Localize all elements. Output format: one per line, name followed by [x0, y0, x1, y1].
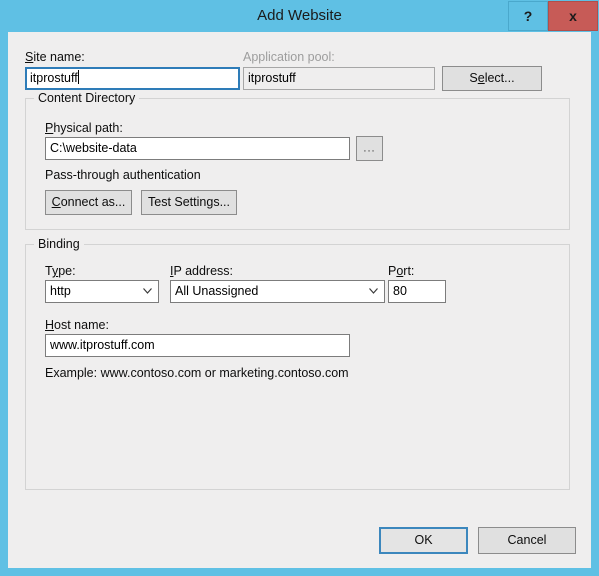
- ok-button[interactable]: OK: [379, 527, 468, 554]
- host-name-example-text: Example: www.contoso.com or marketing.co…: [45, 366, 349, 380]
- host-name-input[interactable]: www.itprostuff.com: [45, 334, 350, 357]
- connect-as-button[interactable]: Connect as...: [45, 190, 132, 215]
- physical-path-input[interactable]: C:\website-data: [45, 137, 350, 160]
- help-button[interactable]: ?: [508, 1, 548, 31]
- application-pool-input[interactable]: itprostuff: [243, 67, 435, 90]
- port-label: Port:: [388, 264, 415, 278]
- port-input[interactable]: 80: [388, 280, 446, 303]
- chevron-down-icon: [143, 288, 152, 294]
- cancel-button[interactable]: Cancel: [478, 527, 576, 554]
- ip-address-label: IP address:: [170, 264, 234, 278]
- select-button[interactable]: Select...: [442, 66, 542, 91]
- pass-through-authentication-text: Pass-through authentication: [45, 168, 201, 182]
- site-name-input[interactable]: itprostuff: [25, 67, 240, 90]
- ellipsis-icon: ...: [363, 142, 376, 154]
- physical-path-label: Physical path:: [45, 121, 123, 135]
- test-settings-button[interactable]: Test Settings...: [141, 190, 237, 215]
- type-select-value: http: [50, 284, 71, 298]
- application-pool-label: Application pool:: [243, 50, 335, 64]
- site-name-label: Site name:: [25, 50, 85, 64]
- chevron-down-icon: [369, 288, 378, 294]
- text-caret: [77, 70, 79, 84]
- close-icon[interactable]: x: [548, 1, 598, 31]
- title-bar: Add Website ? x: [0, 0, 599, 32]
- content-directory-group-label: Content Directory: [34, 91, 140, 105]
- type-label: Type:: [45, 264, 76, 278]
- browse-button[interactable]: ...: [356, 136, 383, 161]
- ip-address-select[interactable]: All Unassigned: [170, 280, 385, 303]
- dialog-footer: OK Cancel: [8, 510, 591, 568]
- binding-group-label: Binding: [34, 237, 84, 251]
- type-select[interactable]: http: [45, 280, 159, 303]
- ip-address-select-value: All Unassigned: [175, 284, 259, 298]
- add-website-dialog: Add Website ? x Site name: itprostuff Ap…: [0, 0, 599, 576]
- dialog-body: Site name: itprostuff Application pool: …: [8, 32, 591, 535]
- host-name-label: Host name:: [45, 318, 109, 332]
